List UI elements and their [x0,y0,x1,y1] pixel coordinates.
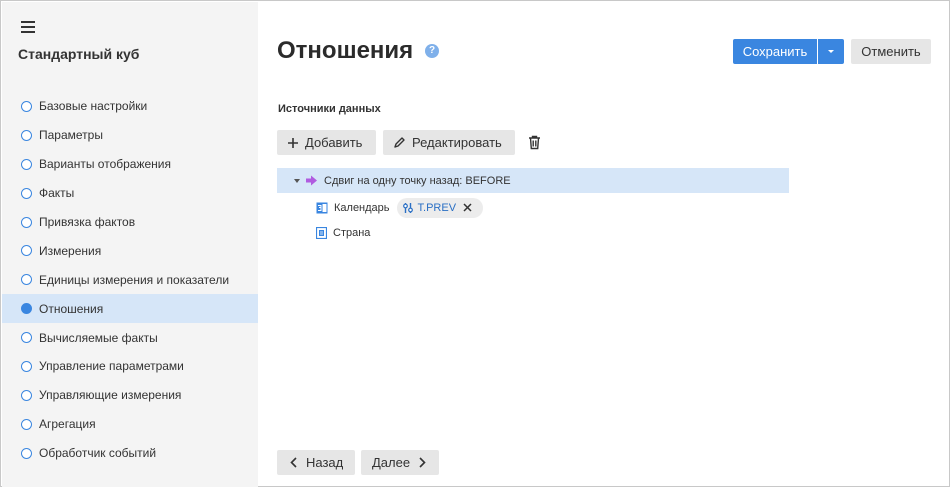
sidebar: Стандартный куб Базовые настройки Параме… [2,2,258,487]
radio-icon [21,129,32,141]
sidebar-item-units[interactable]: Единицы измерения и показатели [2,265,258,294]
sidebar-item-label: Единицы измерения и показатели [39,272,230,287]
page-title: Отношения [277,37,414,64]
radio-icon [21,332,32,344]
radio-icon [21,158,32,170]
save-button[interactable]: Сохранить [733,39,817,64]
tree-row-root[interactable]: Сдвиг на одну точку назад: BEFORE [277,168,789,193]
tree-child-label: Страна [333,226,371,239]
wizard-steps: Базовые настройки Параметры Варианты ото… [2,92,258,468]
sidebar-item-control-dimensions[interactable]: Управляющие измерения [2,381,258,410]
save-dropdown-button[interactable] [818,39,844,64]
radio-icon [21,360,32,372]
next-button[interactable]: Далее [361,450,439,475]
radio-selected-icon [21,303,32,315]
sidebar-item-label: Управление параметрами [39,359,184,374]
relation-arrow-icon [306,175,317,186]
sidebar-item-label: Привязка фактов [39,215,136,229]
close-icon[interactable] [463,203,472,212]
sidebar-item-facts[interactable]: Факты [2,179,258,208]
radio-icon [21,274,32,286]
sidebar-item-label: Отношения [39,301,104,316]
relation-chip[interactable]: T.PREV [396,197,484,218]
sidebar-item-fact-binding[interactable]: Привязка фактов [2,208,258,237]
radio-icon [21,245,32,257]
sidebar-item-basic-settings[interactable]: Базовые настройки [2,92,258,121]
next-button-label: Далее [372,455,411,470]
edit-button-label: Редактировать [412,135,502,150]
hamburger-menu-icon[interactable] [21,21,35,33]
cancel-button[interactable]: Отменить [851,39,931,64]
sidebar-item-label: Базовые настройки [39,99,148,114]
edit-button[interactable]: Редактировать [383,130,515,155]
tree-root-label: Сдвиг на одну точку назад: BEFORE [324,174,511,187]
back-button[interactable]: Назад [277,450,355,475]
sidebar-item-label: Управляющие измерения [39,388,182,403]
tree-row-calendar[interactable]: Календарь T.PREV [277,195,789,220]
radio-icon [21,187,32,199]
expand-caret-icon[interactable] [294,178,300,183]
section-title: Источники данных [278,103,381,115]
chip-label: T.PREV [417,201,457,214]
sidebar-title: Стандартный куб [18,46,140,62]
relation-link-icon [402,202,413,213]
sidebar-item-label: Обработчик событий [39,446,157,461]
radio-icon [21,447,32,459]
sidebar-item-calculated-facts[interactable]: Вычисляемые факты [2,323,258,352]
sidebar-item-label: Варианты отображения [39,157,172,172]
back-button-label: Назад [306,455,344,470]
tree-child-label: Календарь [334,201,390,214]
plus-icon [288,137,298,148]
calendar-dimension-icon [316,202,328,213]
chevron-left-icon [290,457,297,468]
sidebar-item-label: Факты [39,186,75,201]
trash-icon[interactable] [528,135,541,150]
caret-down-icon [828,50,834,53]
sidebar-item-dimensions[interactable]: Измерения [2,236,258,265]
sidebar-item-relations[interactable]: Отношения [2,294,258,324]
sidebar-item-label: Измерения [39,243,102,258]
help-icon[interactable]: ? [425,44,439,58]
sidebar-item-label: Параметры [39,128,103,143]
tree-row-country[interactable]: Страна [277,220,789,245]
pencil-icon [394,137,405,148]
sidebar-item-parameter-management[interactable]: Управление параметрами [2,352,258,381]
sidebar-item-display-variants[interactable]: Варианты отображения [2,150,258,179]
sidebar-item-label: Агрегация [39,417,96,432]
radio-icon [21,389,32,401]
sidebar-item-parameters[interactable]: Параметры [2,121,258,150]
sidebar-item-aggregation[interactable]: Агрегация [2,410,258,439]
add-button[interactable]: Добавить [277,130,376,155]
sidebar-item-label: Вычисляемые факты [39,330,158,345]
chevron-right-icon [419,457,426,468]
window: Стандартный куб Базовые настройки Параме… [0,0,950,487]
sidebar-item-event-handler[interactable]: Обработчик событий [2,439,258,468]
add-button-label: Добавить [305,135,363,150]
radio-icon [21,100,32,112]
radio-icon [21,216,32,228]
dictionary-dimension-icon [316,226,327,239]
radio-icon [21,418,32,430]
